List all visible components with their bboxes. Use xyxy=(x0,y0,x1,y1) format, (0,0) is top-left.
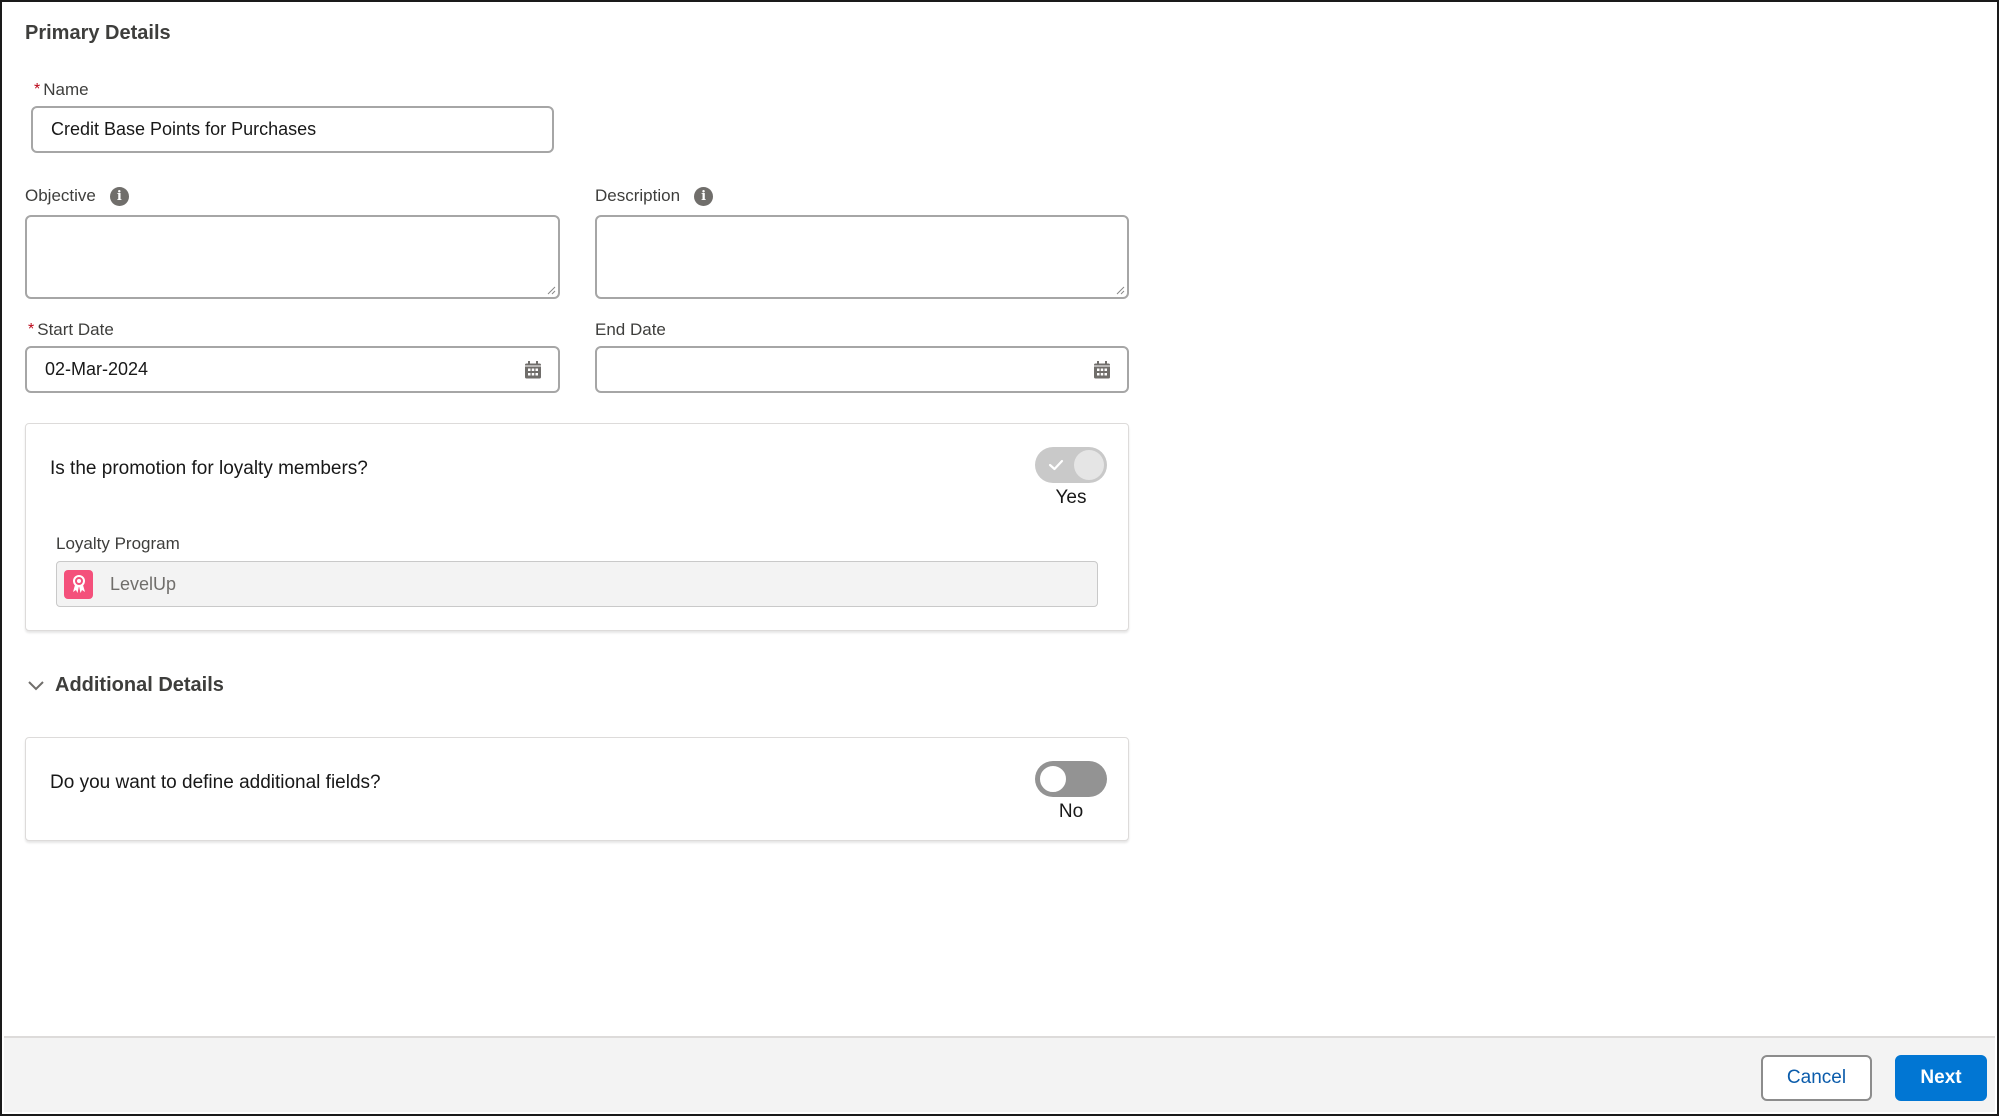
cancel-button[interactable]: Cancel xyxy=(1761,1055,1872,1101)
calendar-icon[interactable] xyxy=(1093,360,1111,379)
description-label-text: Description xyxy=(595,186,681,205)
required-marker: * xyxy=(28,321,35,338)
additional-details-toggle[interactable]: Additional Details xyxy=(27,674,224,697)
primary-details-heading: Primary Details xyxy=(25,22,171,44)
calendar-icon[interactable] xyxy=(524,360,542,379)
additional-fields-card: Do you want to define additional fields?… xyxy=(25,737,1129,841)
required-marker: * xyxy=(34,81,41,98)
objective-label: Objective i xyxy=(25,186,129,206)
chevron-down-icon xyxy=(28,680,44,690)
name-label-text: Name xyxy=(43,80,89,99)
start-date-label: * Start Date xyxy=(28,320,114,340)
end-date-input[interactable] xyxy=(595,346,1129,393)
toggle-knob xyxy=(1074,450,1104,480)
loyalty-members-card: Is the promotion for loyalty members? Ye… xyxy=(25,423,1129,631)
start-date-label-text: Start Date xyxy=(37,320,114,339)
toggle-knob xyxy=(1038,764,1068,794)
loyalty-members-toggle-label: Yes xyxy=(1055,487,1087,508)
end-date-label: End Date xyxy=(595,320,666,340)
start-date-input[interactable]: 02-Mar-2024 xyxy=(25,346,560,393)
additional-fields-question: Do you want to define additional fields? xyxy=(50,772,381,793)
additional-fields-toggle-label: No xyxy=(1058,801,1084,822)
loyalty-program-icon xyxy=(64,569,93,599)
next-button[interactable]: Next xyxy=(1895,1055,1987,1101)
objective-textarea[interactable] xyxy=(25,215,560,299)
resize-grip-icon[interactable] xyxy=(1115,285,1125,295)
info-icon[interactable]: i xyxy=(694,186,714,206)
check-icon xyxy=(1048,459,1064,471)
resize-grip-icon[interactable] xyxy=(546,285,556,295)
description-label: Description i xyxy=(595,186,714,206)
name-label: * Name xyxy=(34,80,89,100)
modal-footer: Cancel Next xyxy=(4,1036,1995,1112)
loyalty-program-field: LevelUp xyxy=(56,561,1098,607)
additional-details-heading: Additional Details xyxy=(55,674,224,696)
end-date-label-text: End Date xyxy=(595,320,666,339)
loyalty-program-value: LevelUp xyxy=(110,573,177,594)
description-textarea[interactable] xyxy=(595,215,1129,299)
name-input[interactable]: Credit Base Points for Purchases xyxy=(31,106,554,153)
form-window: Primary Details * Name Credit Base Point… xyxy=(0,0,1999,1116)
loyalty-program-label: Loyalty Program xyxy=(56,534,180,554)
start-date-value: 02-Mar-2024 xyxy=(45,359,149,379)
objective-label-text: Objective xyxy=(25,186,96,205)
additional-fields-toggle[interactable] xyxy=(1035,761,1107,797)
loyalty-members-toggle[interactable] xyxy=(1035,447,1107,483)
loyalty-program-label-text: Loyalty Program xyxy=(56,534,180,553)
info-icon[interactable]: i xyxy=(109,186,129,206)
loyalty-members-question: Is the promotion for loyalty members? xyxy=(50,458,368,479)
name-input-value: Credit Base Points for Purchases xyxy=(51,119,317,139)
